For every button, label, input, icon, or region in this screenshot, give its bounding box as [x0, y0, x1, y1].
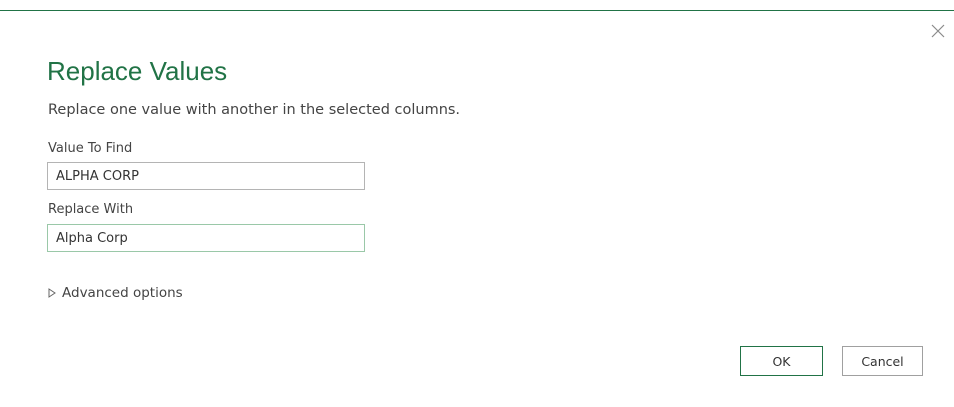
close-button[interactable] [927, 20, 949, 42]
top-divider [0, 10, 954, 11]
dialog-title: Replace Values [47, 56, 228, 86]
close-icon [931, 24, 945, 38]
advanced-options-toggle[interactable]: Advanced options [48, 284, 183, 302]
value-to-find-input[interactable] [47, 162, 365, 190]
ok-button[interactable]: OK [740, 346, 823, 376]
cancel-button[interactable]: Cancel [842, 346, 923, 376]
replace-with-input[interactable] [47, 224, 365, 252]
value-to-find-label: Value To Find [48, 141, 133, 156]
triangle-right-icon [48, 288, 56, 298]
advanced-options-label: Advanced options [62, 285, 183, 301]
replace-values-dialog: Replace Values Replace one value with an… [0, 0, 954, 407]
dialog-description: Replace one value with another in the se… [48, 102, 461, 118]
replace-with-label: Replace With [48, 202, 134, 217]
